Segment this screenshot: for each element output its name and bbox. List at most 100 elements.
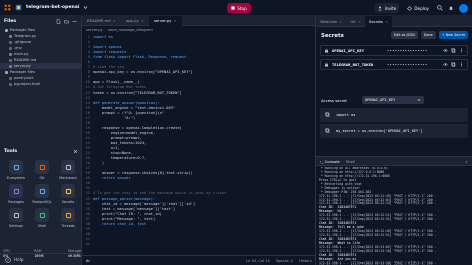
tab-app-py[interactable]: app.py × xyxy=(121,16,149,26)
deploy-button[interactable]: Deploy xyxy=(404,3,432,13)
close-icon[interactable]: × xyxy=(174,18,177,23)
repl-name[interactable]: telegram-bot-openai xyxy=(26,5,79,10)
code-line: 42 xyxy=(82,242,316,247)
bell-icon[interactable] xyxy=(448,5,454,11)
help-icon: ? xyxy=(5,256,11,263)
tab-label: Secrets xyxy=(368,18,384,24)
access-secret-select[interactable]: OPENAI_API_KEY xyxy=(362,96,424,104)
deploy-icon xyxy=(407,5,413,11)
tools-grid: Ecosystem Git Markdown Packages PostgreSQL Se… xyxy=(3,160,81,228)
threads-icon xyxy=(61,208,75,222)
copy-icon[interactable] xyxy=(451,48,456,53)
console-tabs: ›_ Console Shell + xyxy=(316,156,472,166)
ai-toggle[interactable]: AI xyxy=(86,259,90,263)
tool-secrets[interactable]: Secrets xyxy=(55,184,81,204)
add-tab-icon[interactable]: + xyxy=(465,159,472,164)
code-snippet[interactable]: my_secret = os.environ['OPENAI_API_KEY'] xyxy=(320,124,468,138)
tool-postgresql[interactable]: PostgreSQL xyxy=(29,184,55,204)
tab-label: server.py xyxy=(153,18,172,23)
file-icon xyxy=(9,82,12,86)
tab-console[interactable]: ›_ Console xyxy=(320,159,340,164)
new-secret-button[interactable]: + New Secret xyxy=(438,31,468,39)
lock-icon xyxy=(61,184,75,198)
file-name: Packager files xyxy=(10,70,35,74)
search-icon[interactable] xyxy=(437,5,443,11)
line-content: import os xyxy=(93,35,113,39)
tool-ecosystem[interactable]: Ecosystem xyxy=(3,160,29,180)
sidebar: Files Packager files Telegram.py .gitignor… xyxy=(0,16,82,265)
history-button[interactable]: History xyxy=(299,259,312,263)
menu-icon[interactable] xyxy=(4,4,11,11)
new-file-icon[interactable] xyxy=(56,19,61,24)
console-icon: ›_ xyxy=(320,158,324,164)
secret-value: •••••••••••••••• xyxy=(387,48,428,53)
add-user-icon xyxy=(378,6,383,11)
file-icon xyxy=(9,40,12,44)
new-folder-icon[interactable] xyxy=(64,19,69,24)
files-title: Files xyxy=(4,19,17,24)
close-icon[interactable] xyxy=(73,149,78,154)
more-icon[interactable] xyxy=(459,62,464,67)
secret-row[interactable]: OPENAI_API_KEY •••••••••••••••• xyxy=(320,45,468,56)
invite-button[interactable]: Invite xyxy=(374,3,400,13)
tab-label: app.py xyxy=(125,18,139,23)
tab-readme-md[interactable]: README.md × xyxy=(82,16,121,26)
help-button[interactable]: ? Help xyxy=(0,253,82,265)
code-snippet[interactable]: import os xyxy=(320,108,468,122)
spaces-setting[interactable]: Spaces: 2 xyxy=(276,259,293,263)
tool-settings[interactable]: Settings xyxy=(3,208,29,228)
breadcrumb-symbol[interactable]: send_message_telegram xyxy=(108,28,153,32)
tab-console-label: Console xyxy=(324,158,340,164)
editor-status-bar: AI Ln 44, Col 14 Spaces: 2 History xyxy=(82,255,316,265)
file-tree-item[interactable]: pyproject.toml xyxy=(0,81,81,87)
close-icon[interactable]: × xyxy=(113,18,116,23)
top-bar: telegram-bot-openai Stop Invite Deploy xyxy=(0,0,472,16)
tool-label: Packages xyxy=(8,200,24,204)
file-icon xyxy=(9,64,12,68)
file-icon xyxy=(9,76,12,80)
tab-server-py[interactable]: server.py × xyxy=(148,15,182,26)
tool-threads[interactable]: Threads xyxy=(55,208,81,228)
more-icon[interactable] xyxy=(459,48,464,53)
tab-shell[interactable]: Shell xyxy=(346,159,355,164)
close-icon[interactable]: × xyxy=(385,19,388,24)
tool-packages[interactable]: Packages xyxy=(3,184,29,204)
tool-label: Secrets xyxy=(61,200,75,204)
file-name: poetry.lock xyxy=(14,76,34,80)
copy-icon[interactable] xyxy=(325,112,330,117)
copy-icon[interactable] xyxy=(451,62,456,67)
breadcrumb-file[interactable]: server.py xyxy=(86,28,103,32)
more-icon[interactable] xyxy=(72,19,77,24)
stop-button[interactable]: Stop xyxy=(227,3,251,13)
tool-markdown[interactable]: Markdown xyxy=(55,160,81,180)
file-name: Packager files xyxy=(10,28,35,32)
file-name: Telegram.py xyxy=(14,34,37,38)
copy-icon[interactable] xyxy=(325,128,330,133)
eye-icon[interactable] xyxy=(443,62,448,67)
avatar[interactable] xyxy=(459,3,468,13)
chevron-down-icon[interactable] xyxy=(83,5,88,10)
close-icon[interactable]: × xyxy=(358,19,361,24)
tool-label: Git xyxy=(39,176,45,180)
invite-label: Invite xyxy=(384,5,397,11)
tool-git[interactable]: Git xyxy=(29,160,55,180)
close-icon[interactable]: × xyxy=(339,19,342,24)
tab-git[interactable]: Git × xyxy=(346,16,365,27)
code-area[interactable]: 1 import os 2 3 import openai 4 import request… xyxy=(82,35,316,255)
line-content: return answer xyxy=(93,176,131,181)
access-secret-label: Access secret xyxy=(321,98,347,103)
tab-label: Webview xyxy=(320,18,338,24)
console-output[interactable]: * Running on all addresses (0.0.0.0) * R… xyxy=(316,167,472,265)
secret-row[interactable]: TELEGRAM_BOT_TOKEN •••••••••••••••• xyxy=(320,59,468,70)
repl-python-icon xyxy=(15,4,22,11)
tab-webview[interactable]: Webview × xyxy=(316,16,346,27)
line-content: token = os.environ["TELEGRAM_BOT_TOKEN"] xyxy=(93,90,182,95)
tab-secrets[interactable]: Secrets × xyxy=(364,15,393,27)
done-button[interactable]: Done xyxy=(420,31,436,39)
tab-shell-label: Shell xyxy=(345,158,355,164)
new-secret-label: + New Secret xyxy=(441,33,465,37)
tool-shell[interactable]: Shell xyxy=(29,208,55,228)
eye-icon[interactable] xyxy=(443,48,448,53)
edit-as-json-button[interactable]: Edit as JSON xyxy=(390,31,418,39)
close-icon[interactable]: × xyxy=(141,18,144,23)
